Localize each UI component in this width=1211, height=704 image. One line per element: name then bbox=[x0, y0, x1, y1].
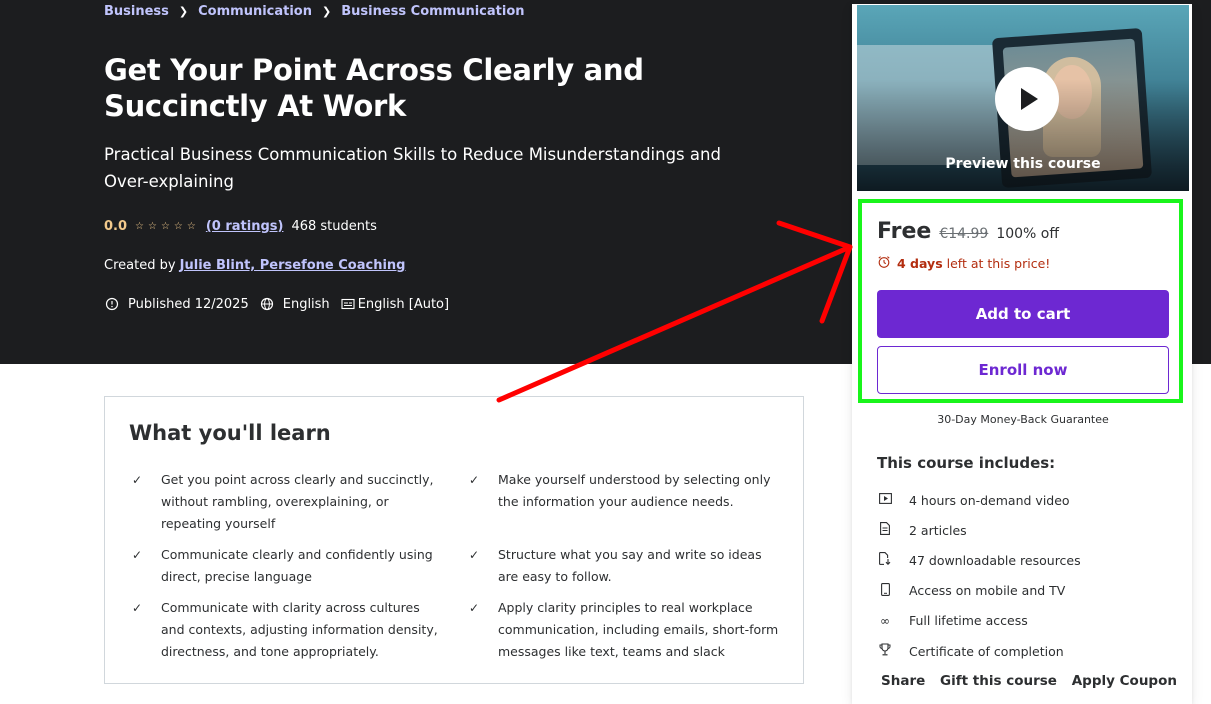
what-youll-learn-box: What you'll learn ✓ Get you point across… bbox=[104, 396, 804, 684]
includes-list: 4 hours on-demand video 2 articles 47 do… bbox=[877, 485, 1177, 666]
learn-item-text: Communicate with clarity across cultures… bbox=[161, 600, 438, 659]
captions-icon bbox=[340, 296, 356, 312]
star-rating-icon: ☆☆☆☆☆ bbox=[135, 221, 200, 232]
includes-label: 4 hours on-demand video bbox=[909, 492, 1070, 508]
course-captions: English [Auto] bbox=[340, 296, 449, 312]
captions-text: English [Auto] bbox=[357, 296, 450, 312]
includes-item: Certificate of completion bbox=[877, 636, 1177, 666]
learn-title: What you'll learn bbox=[129, 421, 331, 445]
learn-list: ✓ Get you point across clearly and succi… bbox=[129, 469, 789, 667]
gift-course-button[interactable]: Gift this course bbox=[940, 673, 1057, 689]
students-count: 468 students bbox=[291, 219, 377, 234]
includes-label: Full lifetime access bbox=[909, 613, 1028, 629]
check-icon: ✓ bbox=[468, 473, 480, 487]
article-icon bbox=[877, 522, 893, 538]
includes-label: Access on mobile and TV bbox=[909, 583, 1066, 599]
created-by: Created by Julie Blint, Persefone Coachi… bbox=[104, 258, 406, 273]
learn-item: ✓ Communicate clearly and confidently us… bbox=[129, 544, 466, 597]
course-title: Get Your Point Across Clearly and Succin… bbox=[104, 53, 644, 123]
infinity-icon: ∞ bbox=[880, 613, 890, 628]
check-icon: ✓ bbox=[131, 601, 143, 615]
share-button[interactable]: Share bbox=[881, 673, 925, 689]
sidebar-actions: Share Gift this course Apply Coupon bbox=[881, 673, 1177, 689]
mobile-icon bbox=[877, 582, 893, 599]
course-language: English bbox=[259, 296, 330, 312]
annotation-highlight-box bbox=[858, 199, 1183, 403]
learn-item: ✓ Structure what you say and write so id… bbox=[466, 544, 789, 597]
chevron-right-icon: ❯ bbox=[322, 5, 332, 18]
ratings-link[interactable]: (0 ratings) bbox=[206, 219, 284, 234]
course-preview[interactable]: Preview this course bbox=[857, 5, 1189, 191]
play-button[interactable] bbox=[995, 67, 1059, 131]
alert-clock-icon bbox=[104, 296, 120, 312]
money-back-guarantee: 30-Day Money-Back Guarantee bbox=[937, 413, 1109, 426]
course-meta: Published 12/2025 English English [Auto] bbox=[104, 296, 459, 312]
includes-item: ∞ Full lifetime access bbox=[877, 606, 1177, 636]
includes-label: 47 downloadable resources bbox=[909, 552, 1081, 568]
includes-label: Certificate of completion bbox=[909, 643, 1064, 659]
breadcrumb-communication[interactable]: Communication bbox=[198, 4, 312, 19]
created-by-label: Created by bbox=[104, 258, 176, 273]
learn-item: ✓ Make yourself understood by selecting … bbox=[466, 469, 789, 544]
video-icon bbox=[877, 493, 893, 507]
globe-icon bbox=[259, 296, 275, 312]
learn-item: ✓ Get you point across clearly and succi… bbox=[129, 469, 466, 544]
check-icon: ✓ bbox=[468, 601, 480, 615]
rating-row: 0.0 ☆☆☆☆☆ (0 ratings) 468 students bbox=[104, 219, 377, 234]
language-text: English bbox=[282, 296, 330, 312]
includes-item: 4 hours on-demand video bbox=[877, 485, 1177, 515]
rating-value: 0.0 bbox=[104, 219, 128, 234]
includes-title: This course includes: bbox=[877, 454, 1056, 472]
chevron-right-icon: ❯ bbox=[178, 5, 189, 18]
learn-item-text: Structure what you say and write so idea… bbox=[498, 547, 762, 584]
learn-item-text: Communicate clearly and confidently usin… bbox=[161, 547, 433, 584]
published-date: Published 12/2025 bbox=[104, 296, 249, 312]
apply-coupon-button[interactable]: Apply Coupon bbox=[1072, 673, 1177, 689]
breadcrumb-business[interactable]: Business bbox=[104, 4, 169, 19]
learn-item: ✓ Apply clarity principles to real workp… bbox=[466, 597, 789, 667]
learn-item: ✓ Communicate with clarity across cultur… bbox=[129, 597, 466, 667]
authors-link[interactable]: Julie Blint, Persefone Coaching bbox=[180, 258, 406, 273]
check-icon: ✓ bbox=[468, 548, 480, 562]
check-icon: ✓ bbox=[131, 548, 143, 562]
trophy-icon bbox=[877, 643, 893, 659]
breadcrumb-business-communication[interactable]: Business Communication bbox=[341, 4, 524, 19]
includes-item: Access on mobile and TV bbox=[877, 576, 1177, 606]
breadcrumb: Business ❯ Communication ❯ Business Comm… bbox=[104, 4, 525, 19]
includes-label: 2 articles bbox=[909, 522, 967, 538]
includes-item: 2 articles bbox=[877, 515, 1177, 545]
learn-item-text: Make yourself understood by selecting on… bbox=[498, 472, 771, 509]
preview-label: Preview this course bbox=[945, 156, 1101, 172]
learn-item-text: Get you point across clearly and succinc… bbox=[161, 472, 434, 531]
check-icon: ✓ bbox=[131, 473, 143, 487]
learn-item-text: Apply clarity principles to real workpla… bbox=[498, 600, 779, 659]
includes-item: 47 downloadable resources bbox=[877, 545, 1177, 575]
published-text: Published 12/2025 bbox=[128, 296, 249, 312]
play-icon bbox=[1021, 88, 1038, 110]
course-subtitle: Practical Business Communication Skills … bbox=[104, 145, 721, 191]
download-icon bbox=[877, 552, 893, 568]
